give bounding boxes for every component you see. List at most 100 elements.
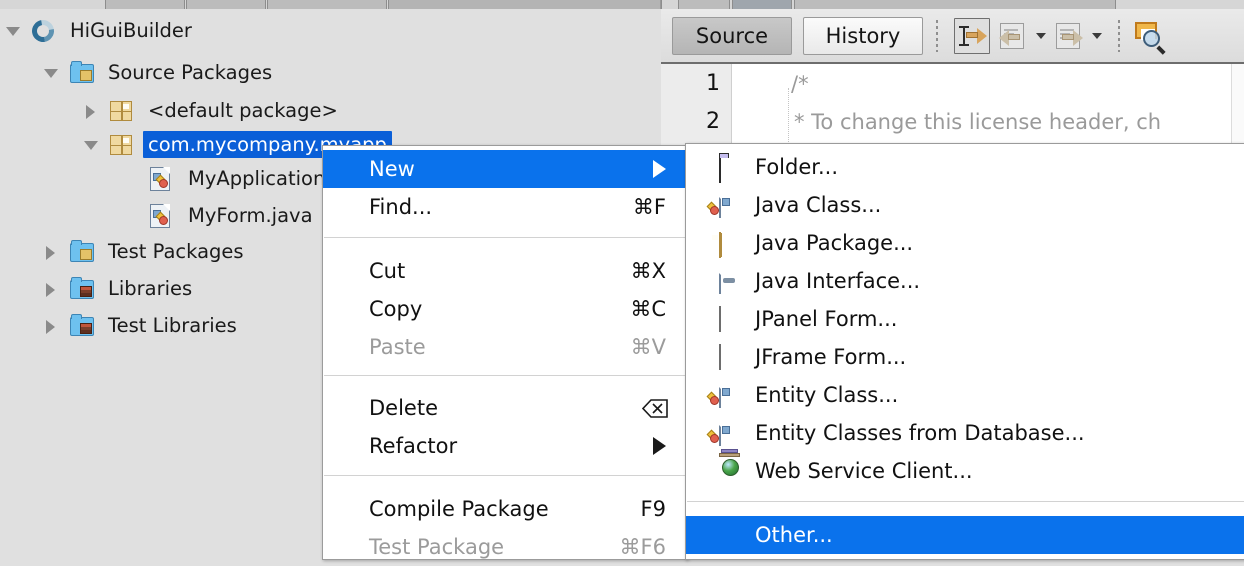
tab-source[interactable]: Source (672, 16, 792, 55)
menu-item-delete[interactable]: Delete (323, 389, 687, 427)
submenu-item-web-service-client[interactable]: Web Service Client... (686, 449, 1244, 490)
submenu-item-java-class[interactable]: Java Class... (686, 186, 1244, 224)
forward-dropdown-icon[interactable] (1089, 19, 1105, 53)
menu-item-cut[interactable]: Cut ⌘X (323, 252, 687, 290)
tree-item-label: Source Packages (108, 61, 273, 84)
menu-item-shortcut: ⌘X (630, 259, 666, 283)
forward-icon[interactable] (1052, 19, 1086, 53)
chevron-down-icon[interactable] (4, 22, 22, 40)
tree-item-label: Test Packages (108, 240, 244, 263)
menu-separator (324, 375, 686, 376)
submenu-item-entity-class[interactable]: Entity Class... (686, 376, 1244, 414)
menu-item-label: Refactor (369, 434, 458, 458)
submenu-item-java-package[interactable]: Java Package... (686, 224, 1244, 262)
app-window: HiGuiBuilder Source Packages <default pa… (0, 0, 1244, 560)
java-interface-icon (719, 268, 743, 294)
submenu-item-label: Web Service Client... (755, 459, 973, 483)
context-menu[interactable]: New Find... ⌘F Cut ⌘X Copy ⌘C Paste ⌘V D… (322, 145, 688, 560)
chevron-right-icon[interactable] (42, 280, 60, 298)
toolbar-button-3[interactable] (267, 0, 387, 9)
chevron-right-icon[interactable] (82, 102, 100, 120)
menu-item-label: Cut (369, 259, 406, 283)
new-submenu[interactable]: Folder... Java Class... Java Package... … (685, 143, 1244, 560)
jpanel-form-icon (719, 306, 743, 332)
submenu-item-label: Java Interface... (755, 269, 921, 293)
submenu-item-folder[interactable]: Folder... (686, 148, 1244, 186)
menu-item-label: New (369, 157, 415, 181)
toolbar-button-5[interactable] (678, 0, 730, 9)
jframe-form-icon (709, 344, 743, 370)
tree-item-project[interactable]: HiGuiBuilder (0, 14, 660, 47)
tree-item-label: HiGuiBuilder (70, 19, 192, 42)
project-icon (27, 15, 59, 46)
window-toolbar-strip (0, 0, 1244, 9)
code-line: /* (791, 72, 809, 96)
java-class-icon (706, 192, 743, 218)
java-package-icon (110, 99, 134, 123)
menu-item-compile-package[interactable]: Compile Package F9 (323, 490, 687, 528)
menu-item-copy[interactable]: Copy ⌘C (323, 290, 687, 328)
tree-item-label: MyForm.java (188, 204, 313, 227)
source-packages-folder-icon (70, 60, 94, 85)
menu-item-label: Paste (369, 335, 426, 359)
find-selection-icon[interactable] (1133, 19, 1167, 54)
submenu-item-entity-classes-from-database[interactable]: Entity Classes from Database... (686, 414, 1244, 452)
menu-item-paste: Paste ⌘V (323, 328, 687, 366)
submenu-item-label: JFrame Form... (755, 345, 907, 369)
chevron-down-icon[interactable] (42, 64, 60, 82)
menu-item-shortcut: F9 (640, 497, 666, 521)
toolbar-separator-2 (1118, 19, 1120, 52)
chevron-right-icon[interactable] (42, 317, 60, 335)
tab-history[interactable]: History (803, 16, 923, 55)
chevron-right-icon (653, 160, 666, 178)
java-file-icon (150, 166, 174, 191)
submenu-item-jpanel-form[interactable]: JPanel Form... (686, 300, 1244, 338)
toolbar-button-2[interactable] (186, 0, 266, 9)
code-line: * To change this license header, ch (794, 110, 1162, 134)
submenu-item-label: Java Package... (755, 231, 914, 255)
tree-item-default-package[interactable]: <default package> (0, 94, 660, 127)
tab-source-label: Source (695, 23, 769, 48)
submenu-item-label: Other... (755, 523, 833, 547)
java-package-icon (110, 133, 134, 157)
menu-item-shortcut: ⌘C (630, 297, 666, 321)
entity-classes-db-icon (706, 420, 743, 446)
folder-icon (719, 155, 743, 183)
toolbar-button-4[interactable] (388, 0, 662, 9)
menu-separator (324, 237, 686, 238)
toolbar-button-1[interactable] (105, 0, 185, 9)
toolbar-button-7[interactable] (794, 0, 1116, 9)
submenu-separator (687, 501, 1244, 502)
menu-item-refactor[interactable]: Refactor (323, 427, 687, 465)
tree-item-label: Test Libraries (108, 314, 237, 337)
submenu-item-other[interactable]: Other... (686, 516, 1244, 554)
submenu-item-java-interface[interactable]: Java Interface... (686, 262, 1244, 300)
menu-item-label: Copy (369, 297, 423, 321)
menu-item-label: Find... (369, 195, 433, 219)
toolbar-button-6[interactable] (732, 0, 792, 9)
entity-class-icon (706, 382, 743, 408)
tree-item-source-packages[interactable]: Source Packages (0, 56, 660, 89)
submenu-item-label: JPanel Form... (755, 307, 898, 331)
menu-item-label: Delete (369, 396, 438, 420)
chevron-down-icon[interactable] (82, 136, 100, 154)
toolbar-separator (936, 19, 938, 52)
submenu-item-label: Folder... (755, 155, 838, 179)
menu-item-shortcut: ⌘F (632, 195, 666, 219)
editor-toolbar: Source History (661, 9, 1244, 64)
menu-item-label: Test Package (369, 535, 505, 559)
menu-item-shortcut: ⌘V (630, 335, 666, 359)
last-edit-position-icon[interactable] (954, 17, 990, 54)
back-icon[interactable] (996, 19, 1030, 53)
delete-key-icon (642, 399, 668, 418)
submenu-item-jframe-form[interactable]: JFrame Form... (686, 338, 1244, 376)
chevron-right-icon[interactable] (42, 243, 60, 261)
menu-item-new[interactable]: New (323, 150, 687, 188)
line-number: 2 (706, 109, 720, 134)
menu-item-find[interactable]: Find... ⌘F (323, 188, 687, 226)
test-libraries-folder-icon (70, 313, 94, 338)
submenu-item-label: Entity Class... (755, 383, 899, 407)
web-service-client-icon (719, 449, 743, 483)
chevron-right-icon (653, 437, 666, 455)
back-dropdown-icon[interactable] (1033, 19, 1049, 53)
